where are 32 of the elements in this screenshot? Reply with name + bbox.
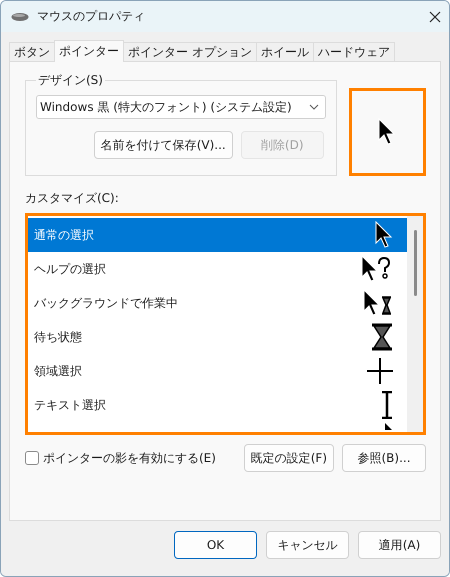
defaults-button[interactable]: 既定の設定(F) — [244, 444, 334, 472]
shadow-checkbox[interactable]: ポインターの影を有効にする(E) — [25, 450, 236, 466]
arrow-cursor-icon — [384, 422, 393, 430]
save-as-button[interactable]: 名前を付けて保存(V)... — [94, 131, 233, 159]
group-label: デザイン(S) — [37, 72, 104, 89]
list-item[interactable]: 領域選択 — [28, 354, 407, 388]
dialog-button[interactable]: キャンセル — [266, 531, 349, 559]
tab[interactable]: ポインター — [54, 40, 124, 62]
crosshair-icon — [367, 358, 393, 384]
browse-button[interactable]: 参照(B)... — [342, 444, 426, 472]
dialog-button[interactable]: OK — [174, 531, 257, 559]
arrow-cursor-icon — [378, 118, 396, 146]
working-cursor-icon — [363, 289, 393, 317]
tab[interactable]: ボタン — [9, 42, 55, 62]
help-cursor-icon — [361, 255, 393, 283]
list-item[interactable]: テキスト選択 — [28, 388, 407, 422]
arrow-cursor-icon — [375, 221, 393, 249]
list-item[interactable]: 待ち状態 — [28, 320, 407, 354]
list-item[interactable]: バックグラウンドで作業中 — [28, 286, 407, 320]
scheme-dropdown[interactable]: Windows 黒 (特大のフォント) (システム設定) — [36, 95, 326, 119]
list-label: カスタマイズ(C): — [25, 190, 120, 207]
chevron-down-icon — [308, 104, 319, 110]
scrollbar[interactable] — [407, 216, 423, 432]
window-title: マウスのプロパティ — [37, 8, 146, 25]
list-item[interactable]: 通常の選択 — [28, 218, 407, 252]
dialog-button[interactable]: 適用(A) — [358, 531, 441, 559]
list-item[interactable]: ヘルプの選択 — [28, 252, 407, 286]
tab[interactable]: ハードウェア — [312, 42, 395, 62]
close-icon[interactable] — [429, 10, 441, 22]
text-cursor-icon — [381, 391, 393, 419]
mouse-icon — [11, 12, 29, 22]
hourglass-icon — [371, 323, 393, 351]
